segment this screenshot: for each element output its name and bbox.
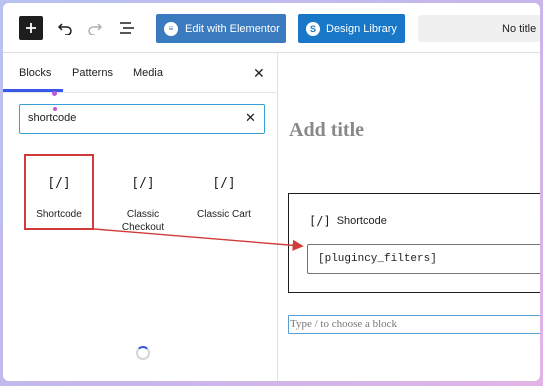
- plus-icon[interactable]: [19, 16, 43, 40]
- shortcode-block-header: [/] Shortcode: [309, 214, 387, 228]
- edit-with-elementor-label: Edit with Elementor: [185, 22, 280, 35]
- clear-icon[interactable]: ✕: [245, 110, 256, 126]
- shortcode-icon: [/]: [309, 214, 331, 228]
- post-title-placeholder[interactable]: Add title: [289, 119, 364, 142]
- block-search-value: shortcode: [28, 112, 77, 124]
- list-view-icon[interactable]: [115, 16, 139, 40]
- document-title[interactable]: No title: [418, 15, 540, 42]
- tab-media[interactable]: Media: [133, 67, 163, 79]
- edit-with-elementor-button[interactable]: ≡ Edit with Elementor: [156, 14, 286, 43]
- design-library-icon: S: [306, 21, 320, 36]
- design-library-button[interactable]: S Design Library: [298, 14, 405, 43]
- shortcode-icon: [/]: [131, 176, 155, 191]
- block-classic-cart[interactable]: [/] Classic Cart: [190, 154, 258, 230]
- redo-icon[interactable]: [83, 16, 107, 40]
- top-toolbar: ≡ Edit with Elementor S Design Library N…: [3, 3, 540, 53]
- block-appender[interactable]: Type / to choose a block: [288, 315, 540, 334]
- shortcode-input-value: [plugincy_filters]: [318, 253, 437, 265]
- elementor-icon: ≡: [164, 21, 178, 36]
- block-appender-placeholder: Type / to choose a block: [290, 318, 398, 330]
- undo-icon[interactable]: [53, 16, 77, 40]
- shortcode-icon: [/]: [212, 176, 236, 191]
- loading-spinner-icon: [136, 346, 150, 360]
- tab-blocks[interactable]: Blocks: [19, 67, 51, 79]
- annotation-highlight-box: [24, 154, 94, 230]
- editor-canvas: Add title [/] Shortcode [plugincy_filter…: [278, 53, 540, 381]
- shortcode-block[interactable]: [/] Shortcode [plugincy_filters]: [288, 193, 540, 293]
- block-classic-checkout[interactable]: [/] Classic Checkout: [109, 154, 177, 233]
- cursor-marker: [53, 107, 57, 111]
- block-label: Classic Cart: [197, 209, 251, 220]
- close-icon[interactable]: ✕: [253, 65, 265, 82]
- shortcode-input[interactable]: [plugincy_filters]: [307, 244, 540, 274]
- editor-frame: ≡ Edit with Elementor S Design Library N…: [3, 3, 540, 381]
- shortcode-block-title: Shortcode: [336, 215, 387, 227]
- document-title-text: No title: [502, 22, 537, 35]
- inserter-tabs: Blocks Patterns Media ✕: [3, 53, 278, 96]
- block-label: Classic Checkout: [121, 209, 165, 233]
- cursor-marker: [52, 91, 57, 96]
- block-inserter-panel: Blocks Patterns Media ✕ shortcode ✕ [/] …: [3, 53, 278, 381]
- tab-patterns[interactable]: Patterns: [72, 67, 113, 79]
- design-library-label: Design Library: [326, 22, 397, 35]
